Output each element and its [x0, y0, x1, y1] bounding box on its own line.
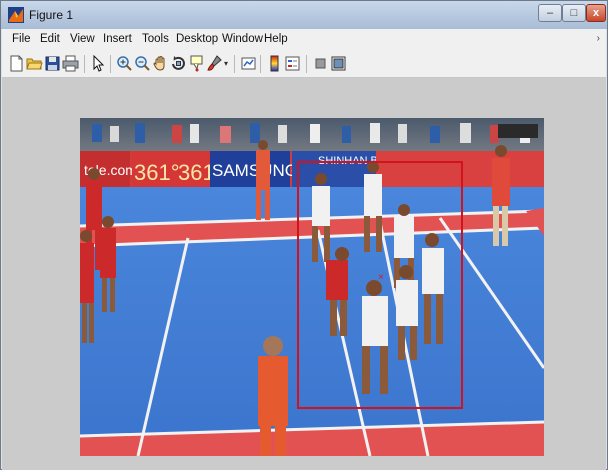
banner-samsung: SAMSUNG	[212, 161, 298, 180]
menu-bar: File Edit View Insert Tools Desktop Wind…	[2, 29, 606, 51]
player-red-left-3	[80, 230, 94, 343]
toolbar-separator	[234, 55, 235, 73]
print-icon[interactable]	[62, 55, 79, 72]
show-plot-tools-icon[interactable]	[330, 55, 347, 72]
legend-icon[interactable]	[284, 55, 301, 72]
open-file-icon[interactable]	[26, 55, 43, 72]
menu-tools[interactable]: Tools	[142, 33, 169, 45]
pan-hand-icon[interactable]	[152, 55, 169, 72]
colorbar-icon[interactable]	[266, 55, 283, 72]
zoom-in-icon[interactable]	[116, 55, 133, 72]
figure-toolbar: ▾	[2, 51, 606, 78]
maximize-button[interactable]: □	[562, 4, 586, 22]
toolbar-separator	[84, 55, 85, 73]
save-icon[interactable]	[44, 55, 61, 72]
menu-view[interactable]: View	[70, 33, 95, 45]
figure-window: Figure 1 – □ x File Edit View Insert Too…	[0, 0, 608, 470]
scoreboard	[498, 124, 538, 138]
menu-insert[interactable]: Insert	[103, 33, 132, 45]
banner-361-a: 361°	[134, 160, 180, 185]
data-cursor-icon[interactable]	[188, 55, 205, 72]
menu-desktop[interactable]: Desktop	[176, 33, 218, 45]
figure-canvas[interactable]: tele.com 361° 361° SAMSUNG SHINHAN BANK	[2, 78, 606, 470]
rotate-3d-icon[interactable]	[170, 55, 187, 72]
new-figure-icon[interactable]	[8, 55, 25, 72]
menu-file[interactable]: File	[12, 33, 31, 45]
menu-help[interactable]: Help	[264, 33, 288, 45]
menu-edit[interactable]: Edit	[40, 33, 60, 45]
chevron-down-icon[interactable]: ▾	[224, 59, 228, 68]
toolbar-separator	[110, 55, 111, 73]
menu-window[interactable]: Window	[222, 33, 263, 45]
video-frame-image[interactable]: tele.com 361° 361° SAMSUNG SHINHAN BANK	[80, 118, 544, 456]
chevron-right-icon[interactable]: ›	[597, 33, 600, 44]
toolbar-separator	[306, 55, 307, 73]
zoom-out-icon[interactable]	[134, 55, 151, 72]
hide-plot-tools-icon[interactable]	[312, 55, 329, 72]
close-button[interactable]: x	[586, 4, 606, 22]
brush-icon[interactable]	[206, 55, 223, 72]
select-arrow-icon[interactable]	[90, 55, 107, 72]
title-bar[interactable]: Figure 1 – □ x	[1, 1, 607, 29]
matlab-icon	[8, 7, 24, 23]
link-plot-icon[interactable]	[240, 55, 257, 72]
centroid-marker: ×	[378, 272, 384, 283]
minimize-button[interactable]: –	[538, 4, 562, 22]
window-title: Figure 1	[29, 8, 74, 22]
toolbar-separator	[260, 55, 261, 73]
